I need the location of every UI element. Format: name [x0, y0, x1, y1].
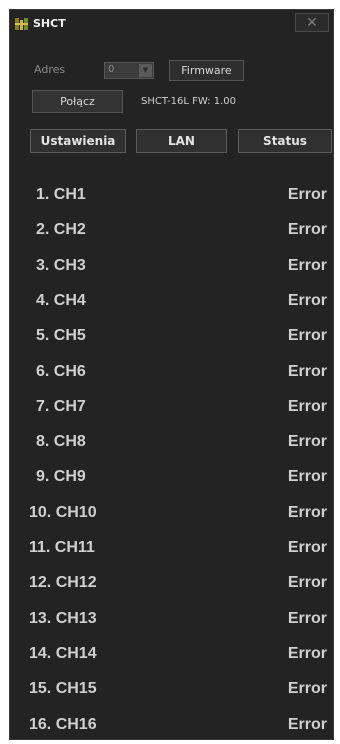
channel-name: 14. CH14 — [29, 644, 97, 662]
channel-status: Error — [287, 256, 327, 274]
firmware-button[interactable]: Firmware — [169, 60, 244, 81]
channel-name: 16. CH16 — [29, 715, 97, 733]
channel-name: 4. CH4 — [36, 291, 86, 309]
device-info: SHCT-16L FW: 1.00 — [141, 96, 236, 107]
channel-name: 7. CH7 — [36, 397, 86, 415]
channel-name: 11. CH11 — [29, 539, 95, 556]
channel-row: 10. CH10 Error — [10, 494, 333, 529]
channel-row: 3. CH3 Error — [10, 247, 333, 282]
app-window: SHCT ✕ Adres 0 ▼ Firmware Połącz SHCT-16… — [9, 9, 334, 740]
channel-row: 11. CH11 Error — [10, 529, 333, 564]
adres-select[interactable]: 0 ▼ — [104, 62, 154, 79]
channel-name: 3. CH3 — [36, 256, 86, 274]
channel-name: 15. CH15 — [29, 680, 97, 698]
channel-status: Error — [287, 539, 327, 556]
channel-row: 12. CH12 Error — [10, 564, 333, 599]
channel-status: Error — [287, 327, 327, 345]
channel-status: Error — [287, 468, 327, 486]
adres-value: 0 — [108, 64, 115, 75]
channel-name: 12. CH12 — [29, 574, 97, 592]
channel-status: Error — [287, 574, 327, 592]
channel-status: Error — [287, 221, 327, 239]
channel-name: 10. CH10 — [29, 503, 97, 521]
channel-row: 4. CH4 Error — [10, 282, 333, 317]
channel-status: Error — [287, 186, 327, 203]
channel-name: 13. CH13 — [29, 609, 97, 627]
channel-status: Error — [287, 291, 327, 309]
channel-row: 9. CH9 Error — [10, 458, 333, 493]
channel-row: 5. CH5 Error — [10, 317, 333, 352]
channel-name: 8. CH8 — [36, 433, 86, 451]
channel-row: 13. CH13 Error — [10, 600, 333, 635]
channel-row: 15. CH15 Error — [10, 670, 333, 705]
channel-row: 2. CH2 Error — [10, 211, 333, 246]
title-bar: SHCT ✕ — [10, 10, 333, 38]
channel-row: 16. CH16 Error — [10, 706, 333, 741]
channel-name: 9. CH9 — [36, 468, 86, 486]
channel-row: 6. CH6 Error — [10, 353, 333, 388]
connect-button[interactable]: Połącz — [32, 90, 123, 113]
tab-lan[interactable]: LAN — [136, 129, 227, 153]
channel-status: Error — [287, 609, 327, 627]
channel-row: 7. CH7 Error — [10, 388, 333, 423]
channel-name: 5. CH5 — [36, 327, 86, 345]
channel-status: Error — [287, 503, 327, 521]
channel-status: Error — [287, 715, 327, 733]
channel-status: Error — [287, 397, 327, 415]
channel-row: 8. CH8 Error — [10, 423, 333, 458]
channel-status: Error — [287, 433, 327, 451]
adres-label: Adres — [34, 63, 66, 76]
channel-status: Error — [287, 644, 327, 662]
channel-name: 6. CH6 — [36, 362, 86, 380]
channel-row: 14. CH14 Error — [10, 635, 333, 670]
close-button[interactable]: ✕ — [295, 13, 329, 32]
channel-status: Error — [287, 680, 327, 698]
chevron-down-icon[interactable]: ▼ — [139, 64, 152, 77]
channel-row: 1. CH1 Error — [10, 176, 333, 211]
tab-settings[interactable]: Ustawienia — [30, 129, 126, 153]
tab-status[interactable]: Status — [238, 129, 332, 153]
channel-name: 1. CH1 — [36, 186, 86, 203]
window-title: SHCT — [33, 17, 66, 30]
channel-name: 2. CH2 — [36, 221, 86, 239]
shct-logo-icon — [14, 16, 30, 32]
channel-status: Error — [287, 362, 327, 380]
